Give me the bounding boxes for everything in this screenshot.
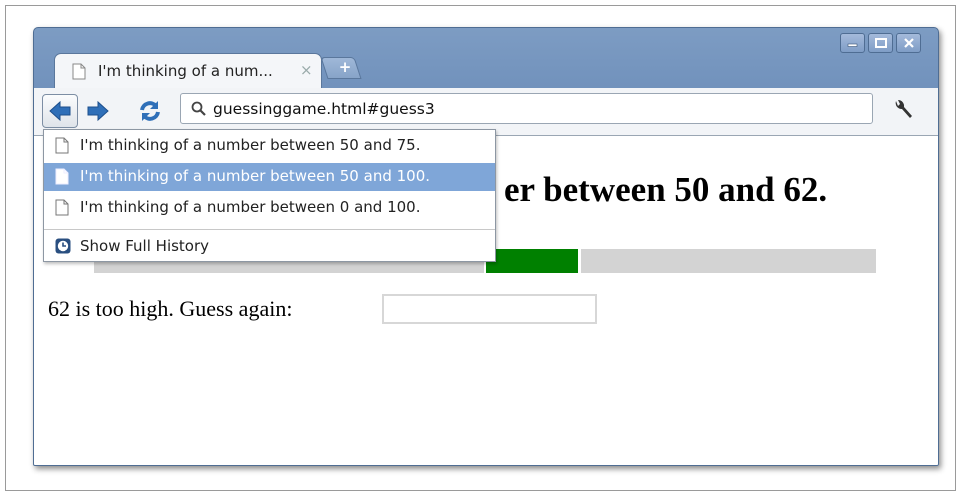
maximize-button[interactable] <box>868 33 893 53</box>
history-item-label: I'm thinking of a number between 50 and … <box>80 136 421 154</box>
back-button[interactable] <box>42 94 78 128</box>
reload-icon <box>140 101 160 121</box>
forward-button[interactable] <box>80 94 116 128</box>
history-dropdown: I'm thinking of a number between 50 and … <box>43 129 496 262</box>
history-item[interactable]: I'm thinking of a number between 0 and 1… <box>44 194 495 222</box>
page-icon <box>55 199 69 216</box>
reload-button[interactable] <box>132 94 168 128</box>
dropdown-divider <box>44 229 495 230</box>
address-text[interactable]: guessinggame.html#guess3 <box>213 100 435 118</box>
page-icon <box>55 168 69 185</box>
maximize-icon <box>874 38 887 48</box>
wrench-icon[interactable] <box>890 97 916 123</box>
history-item-selected[interactable]: I'm thinking of a number between 50 and … <box>44 163 495 191</box>
browser-window: I'm thinking of a num... × + guessinggam… <box>33 27 939 466</box>
close-window-button[interactable] <box>896 33 921 53</box>
guess-input[interactable] <box>382 294 597 324</box>
history-item-label: I'm thinking of a number between 50 and … <box>80 167 431 185</box>
page-icon <box>72 63 86 80</box>
back-arrow-icon <box>49 100 71 122</box>
tab-title: I'm thinking of a num... <box>98 62 273 80</box>
minimize-icon <box>847 43 857 47</box>
page-heading: er between 50 and 62. <box>504 170 828 209</box>
show-full-history-label: Show Full History <box>80 237 210 255</box>
new-tab-plus-icon[interactable]: + <box>334 56 356 78</box>
page-icon <box>55 137 69 154</box>
show-full-history[interactable]: Show Full History <box>44 233 495 261</box>
search-icon <box>191 101 206 116</box>
close-icon <box>903 38 914 48</box>
forward-arrow-icon <box>87 100 109 122</box>
tab-close-icon[interactable]: × <box>300 61 313 79</box>
history-item-label: I'm thinking of a number between 0 and 1… <box>80 198 421 216</box>
tab-active[interactable]: I'm thinking of a num... × <box>54 53 322 89</box>
minimize-button[interactable] <box>840 33 865 53</box>
guess-prompt: 62 is too high. Guess again: <box>48 296 293 321</box>
address-bar[interactable]: guessinggame.html#guess3 <box>180 93 873 124</box>
clock-icon <box>55 238 71 254</box>
history-item[interactable]: I'm thinking of a number between 50 and … <box>44 132 495 160</box>
range-bar-above <box>581 249 876 273</box>
range-bar-remaining <box>486 249 578 273</box>
